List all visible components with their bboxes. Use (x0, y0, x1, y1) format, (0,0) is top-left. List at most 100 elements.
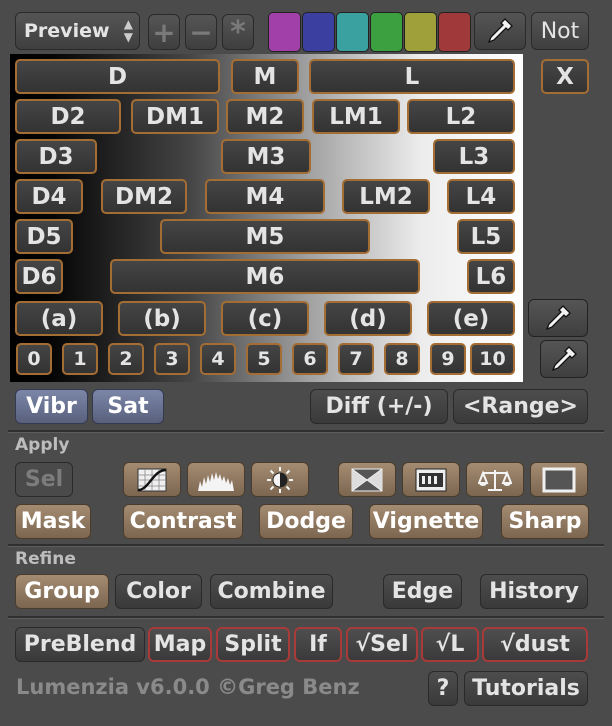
combine-button[interactable]: Combine (210, 574, 333, 609)
eyedropper-icon (545, 305, 571, 331)
curves-button[interactable] (123, 462, 181, 497)
preview-label: Preview (24, 20, 110, 42)
lum-d6-button[interactable]: D6 (15, 259, 63, 294)
lum-m3-button[interactable]: M3 (221, 139, 311, 174)
zone-d-button[interactable]: (d) (324, 301, 412, 336)
sat-button[interactable]: Sat (92, 389, 164, 424)
zone-3-button[interactable]: 3 (154, 343, 190, 375)
zone-2-button[interactable]: 2 (108, 343, 144, 375)
lum-m-button[interactable]: M (231, 59, 299, 94)
refine-heading: Refine (15, 549, 76, 569)
sel-button[interactable]: Sel (15, 462, 73, 497)
zone-c-button[interactable]: (c) (221, 301, 309, 336)
sharp-button[interactable]: Sharp (501, 504, 589, 539)
balance-button[interactable] (466, 462, 524, 497)
lum-m5-button[interactable]: M5 (160, 219, 370, 254)
vignette-button[interactable]: Vignette (369, 504, 483, 539)
lum-dm2-button[interactable]: DM2 (101, 179, 187, 214)
check-sel-button[interactable]: √Sel (346, 627, 418, 662)
swatch-cyan[interactable] (336, 12, 369, 52)
lum-m4-button[interactable]: M4 (205, 179, 325, 214)
lum-l6-button[interactable]: L6 (467, 259, 515, 294)
levels-button[interactable] (187, 462, 245, 497)
lum-lm2-button[interactable]: LM2 (342, 179, 430, 214)
zone-6-button[interactable]: 6 (292, 343, 328, 375)
zone-5-button[interactable]: 5 (246, 343, 282, 375)
zone-eyedropper-button[interactable] (528, 299, 588, 337)
preview-dropdown[interactable]: Preview ▲ ▼ (15, 12, 140, 50)
contrast-button[interactable]: Contrast (123, 504, 243, 539)
zone-0-button[interactable]: 0 (16, 343, 52, 375)
split-button[interactable]: Split (216, 627, 290, 662)
check-dust-button[interactable]: √dust (482, 627, 588, 662)
history-button[interactable]: History (480, 574, 588, 609)
not-button[interactable]: Not (531, 12, 589, 50)
lum-d3-button[interactable]: D3 (15, 139, 97, 174)
number-eyedropper-button[interactable] (540, 340, 588, 378)
diff-button[interactable]: Diff (+/-) (310, 389, 448, 424)
frame-icon (542, 467, 576, 492)
intersect-button[interactable]: * (222, 14, 254, 50)
eyedropper-icon (487, 18, 513, 44)
tutorials-button[interactable]: Tutorials (464, 671, 588, 706)
vignette-icon (351, 468, 383, 491)
zone-10-button[interactable]: 10 (470, 343, 515, 375)
frame-button[interactable] (530, 462, 588, 497)
lum-lm1-button[interactable]: LM1 (312, 99, 400, 134)
if-button[interactable]: If (294, 627, 342, 662)
lum-d-button[interactable]: D (15, 59, 220, 94)
brightness-button[interactable] (251, 462, 309, 497)
lum-l5-button[interactable]: L5 (457, 219, 515, 254)
apply-heading: Apply (15, 435, 70, 455)
minus-icon: − (189, 15, 213, 49)
lum-dm1-button[interactable]: DM1 (131, 99, 219, 134)
edge-button[interactable]: Edge (383, 574, 462, 609)
swatch-yellow[interactable] (404, 12, 437, 52)
vignette-icon-button[interactable] (338, 462, 396, 497)
close-button[interactable]: X (541, 59, 589, 94)
lum-m2-button[interactable]: M2 (226, 99, 304, 134)
zone-1-button[interactable]: 1 (62, 343, 98, 375)
preblend-button[interactable]: PreBlend (15, 627, 145, 662)
zone-7-button[interactable]: 7 (338, 343, 374, 375)
zone-e-button[interactable]: (e) (427, 301, 515, 336)
plus-icon: + (152, 15, 176, 49)
updown-arrows-icon: ▲ ▼ (123, 17, 133, 44)
dodge-button[interactable]: Dodge (259, 504, 353, 539)
zone-9-button[interactable]: 9 (430, 343, 466, 375)
subtract-button[interactable]: − (185, 14, 217, 50)
mask-button[interactable]: Mask (15, 504, 91, 539)
lum-l2-button[interactable]: L2 (407, 99, 515, 134)
help-button[interactable]: ? (428, 671, 458, 706)
add-button[interactable]: + (148, 14, 180, 50)
lum-l4-button[interactable]: L4 (447, 179, 515, 214)
lum-l3-button[interactable]: L3 (433, 139, 515, 174)
color-button[interactable]: Color (115, 574, 202, 609)
check-l-button[interactable]: √L (421, 627, 479, 662)
zone-b-button[interactable]: (b) (118, 301, 206, 336)
swatch-magenta[interactable] (268, 12, 301, 52)
swatch-green[interactable] (370, 12, 403, 52)
curves-icon (137, 468, 167, 491)
lum-d2-button[interactable]: D2 (15, 99, 121, 134)
zone-8-button[interactable]: 8 (384, 343, 420, 375)
not-label: Not (540, 18, 580, 44)
map-button[interactable]: Map (148, 627, 212, 662)
group-button[interactable]: Group (15, 574, 109, 609)
film-button[interactable] (402, 462, 460, 497)
zone-4-button[interactable]: 4 (200, 343, 236, 375)
separator (8, 616, 604, 619)
separator (8, 430, 604, 433)
lum-l-button[interactable]: L (309, 59, 515, 94)
range-button[interactable]: <Range> (453, 389, 588, 424)
filmstrip-icon (415, 468, 447, 491)
separator (8, 544, 604, 547)
zone-a-button[interactable]: (a) (15, 301, 103, 336)
eyedropper-button[interactable] (474, 12, 526, 50)
swatch-red[interactable] (438, 12, 471, 52)
lum-m6-button[interactable]: M6 (110, 259, 420, 294)
swatch-blue[interactable] (302, 12, 335, 52)
vibr-button[interactable]: Vibr (15, 389, 88, 424)
lum-d5-button[interactable]: D5 (15, 219, 73, 254)
lum-d4-button[interactable]: D4 (15, 179, 83, 214)
